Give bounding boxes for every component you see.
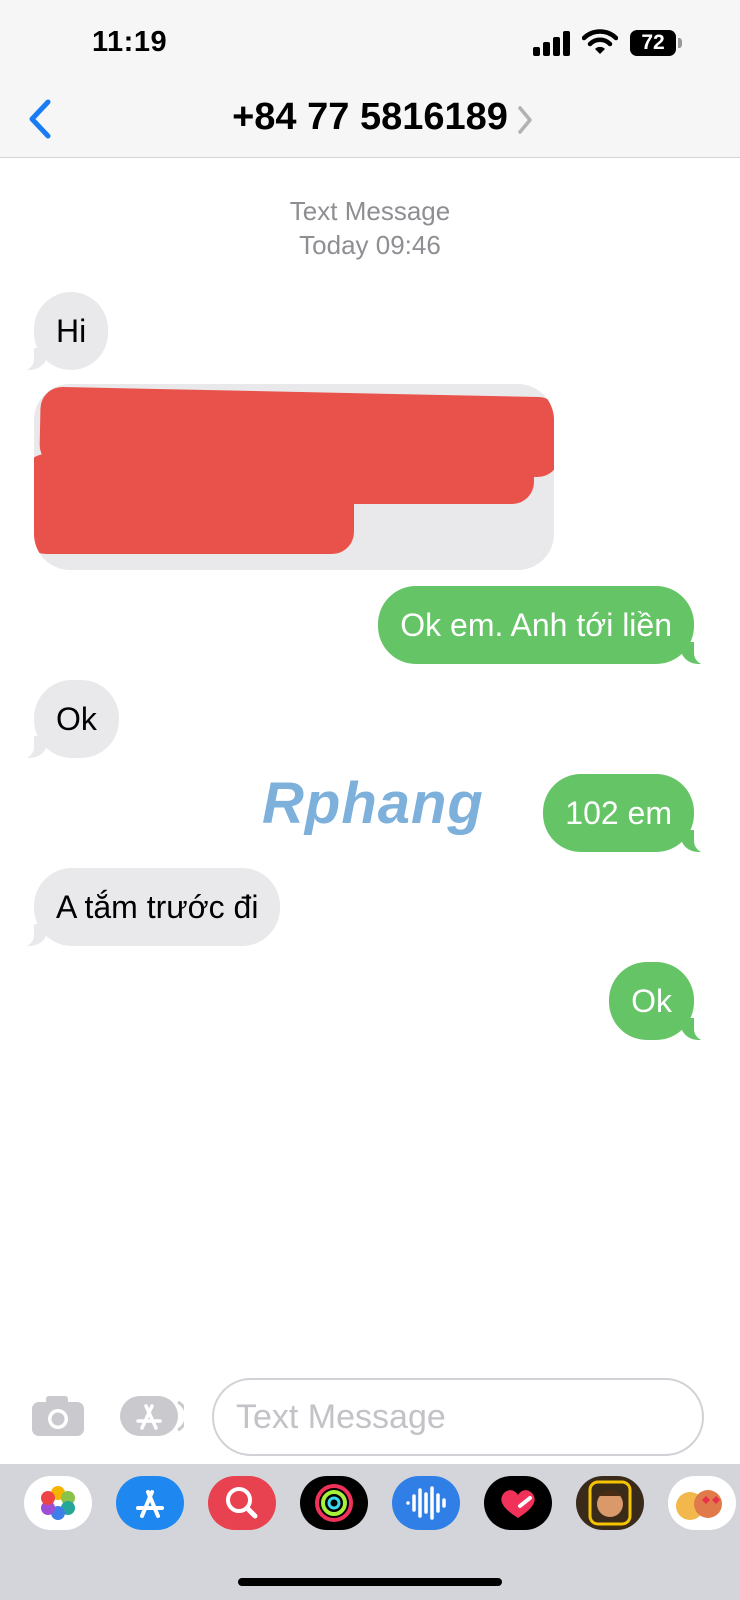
activity-icon[interactable] [300, 1476, 368, 1530]
chevron-right-icon[interactable] [515, 104, 535, 136]
camera-icon[interactable] [30, 1394, 86, 1438]
digital-touch-icon[interactable] [484, 1476, 552, 1530]
message-bubble-incoming[interactable]: A tắm trước đi [19, 868, 281, 947]
redaction-mark [304, 454, 534, 504]
status-time: 11:19 [92, 26, 168, 58]
image-search-icon[interactable] [208, 1476, 276, 1530]
audio-message-icon[interactable] [392, 1476, 460, 1530]
service-label: Text Message [289, 196, 451, 226]
battery-level: 72 [641, 31, 665, 54]
app-store-icon[interactable] [120, 1394, 184, 1438]
watermark-logo: Rphang [262, 771, 484, 836]
battery-icon: 72 [630, 30, 682, 56]
photos-icon[interactable] [24, 1476, 92, 1530]
thread-timestamp: Today 09:46 [299, 230, 441, 260]
message-bubble-incoming[interactable]: Ok [20, 680, 119, 759]
message-bubble-outgoing[interactable]: Ok em. Anh tới liền [378, 586, 708, 665]
memoji-stickers-icon[interactable] [668, 1476, 736, 1530]
message-input[interactable]: Text Message [212, 1378, 704, 1456]
memoji-icon[interactable] [576, 1476, 644, 1530]
cellular-signal-icon [533, 30, 573, 56]
home-indicator[interactable] [238, 1578, 502, 1586]
app-store-icon[interactable] [116, 1476, 184, 1530]
message-bubble-outgoing[interactable]: 102 em [543, 774, 708, 853]
message-bubble-outgoing[interactable]: Ok [609, 962, 708, 1041]
wifi-icon [582, 29, 618, 54]
contact-title[interactable]: +84 77 5816189 [0, 96, 740, 139]
message-bubble-incoming[interactable]: Hi [19, 292, 109, 371]
top-bar: 11:19 72 +84 77 5816189 [0, 0, 740, 158]
message-bubble-incoming-redacted[interactable] [34, 384, 554, 570]
